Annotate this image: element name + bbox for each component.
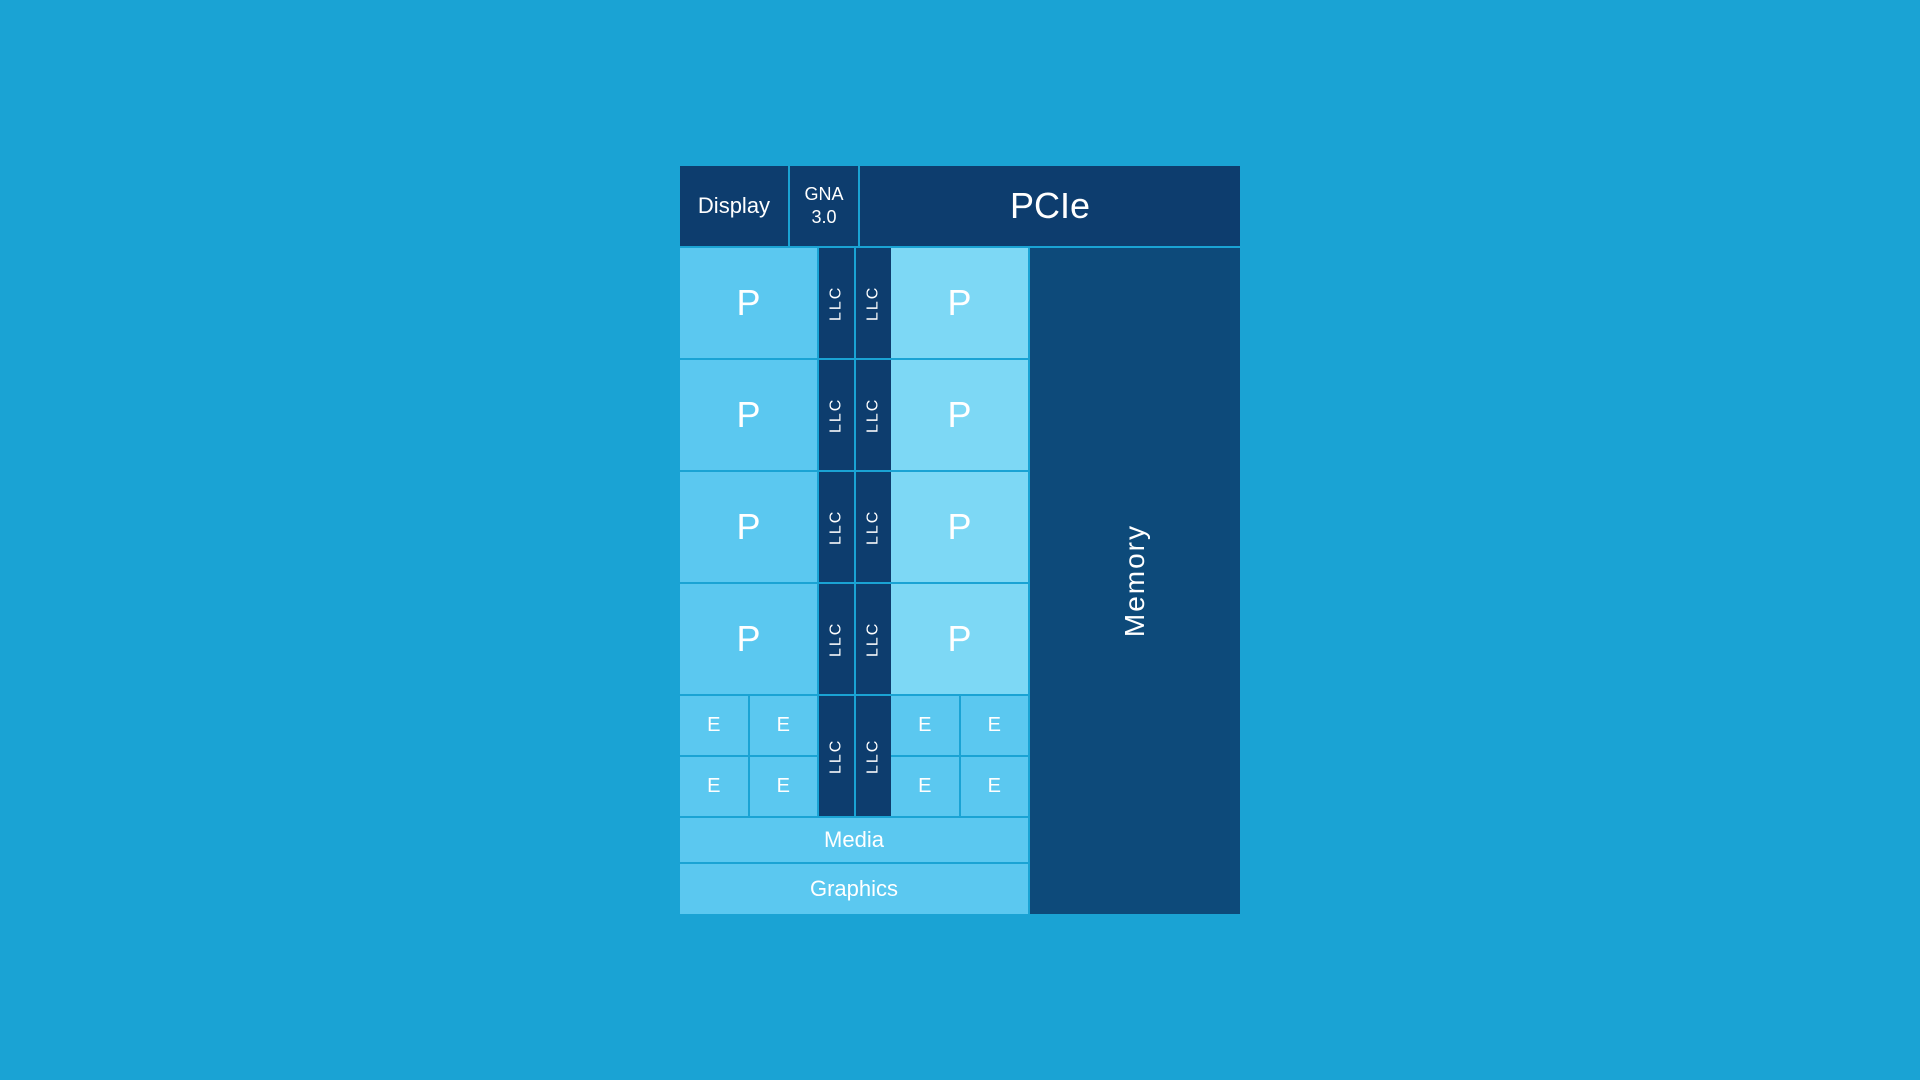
llc-text-6: LLC: [865, 509, 883, 544]
chip-diagram: Display GNA3.0 PCIe P LLC LLC: [680, 166, 1240, 914]
p-label-4: P: [736, 618, 760, 660]
graphics-label: Graphics: [810, 876, 898, 902]
e-label-6: E: [988, 714, 1001, 737]
e-label-3: E: [707, 775, 720, 798]
llc-text-4: LLC: [865, 397, 883, 432]
e-label-1: E: [707, 714, 720, 737]
p-core-row-1: P LLC LLC P: [680, 248, 1028, 358]
gna-label: GNA3.0: [804, 183, 843, 230]
e-core-bottom-left: E E: [680, 757, 817, 816]
memory-section: Memory: [1030, 248, 1240, 914]
llc-text-5: LLC: [828, 509, 846, 544]
p-label-3: P: [736, 506, 760, 548]
llc-text-8: LLC: [865, 621, 883, 656]
p-core-left-3: P: [680, 472, 817, 582]
e-cell-2: E: [750, 696, 818, 755]
llc-columns-2: LLC LLC: [819, 360, 889, 470]
e-label-8: E: [988, 775, 1001, 798]
e-core-top-left: E E: [680, 696, 817, 755]
p-label-1: P: [736, 282, 760, 324]
llc-left-2: LLC: [819, 360, 854, 470]
graphics-row: Graphics: [680, 864, 1028, 914]
e-label-7: E: [918, 775, 931, 798]
e-cell-5: E: [891, 696, 959, 755]
header-row: Display GNA3.0 PCIe: [680, 166, 1240, 246]
p-label-r1: P: [947, 282, 971, 324]
llc-columns-e: LLC LLC: [819, 696, 889, 816]
e-core-row: E E E E: [680, 696, 1028, 816]
llc-right-1: LLC: [856, 248, 891, 358]
pcie-header: PCIe: [860, 166, 1240, 246]
pcie-label: PCIe: [1010, 185, 1090, 227]
llc-columns-4: LLC LLC: [819, 584, 889, 694]
llc-text-2: LLC: [865, 285, 883, 320]
llc-text-7: LLC: [828, 621, 846, 656]
body-row: P LLC LLC P P: [680, 248, 1240, 914]
llc-right-3: LLC: [856, 472, 891, 582]
p-core-row-2: P LLC LLC P: [680, 360, 1028, 470]
media-label: Media: [824, 827, 884, 853]
e-label-2: E: [777, 714, 790, 737]
p-label-r3: P: [947, 506, 971, 548]
p-core-right-1: P: [891, 248, 1028, 358]
llc-e-text-1: LLC: [828, 738, 846, 773]
display-label: Display: [698, 193, 770, 219]
llc-right-2: LLC: [856, 360, 891, 470]
llc-e-text-2: LLC: [865, 738, 883, 773]
p-core-right-2: P: [891, 360, 1028, 470]
llc-right-4: LLC: [856, 584, 891, 694]
e-cell-3: E: [680, 757, 748, 816]
p-core-row-3: P LLC LLC P: [680, 472, 1028, 582]
llc-left-1: LLC: [819, 248, 854, 358]
p-core-left-1: P: [680, 248, 817, 358]
e-cell-6: E: [961, 696, 1029, 755]
e-core-group-right: E E E E: [891, 696, 1028, 816]
p-core-right-4: P: [891, 584, 1028, 694]
p-core-right-3: P: [891, 472, 1028, 582]
p-core-row-4: P LLC LLC P: [680, 584, 1028, 694]
display-header: Display: [680, 166, 788, 246]
e-cell-1: E: [680, 696, 748, 755]
media-row: Media: [680, 818, 1028, 862]
llc-e-left: LLC: [819, 696, 854, 816]
p-core-left-4: P: [680, 584, 817, 694]
e-label-4: E: [777, 775, 790, 798]
e-cell-4: E: [750, 757, 818, 816]
p-core-left-2: P: [680, 360, 817, 470]
llc-left-3: LLC: [819, 472, 854, 582]
e-label-5: E: [918, 714, 931, 737]
llc-left-4: LLC: [819, 584, 854, 694]
llc-columns-1: LLC LLC: [819, 248, 889, 358]
p-label-2: P: [736, 394, 760, 436]
e-cell-8: E: [961, 757, 1029, 816]
memory-text: Memory: [1119, 524, 1150, 637]
p-label-r2: P: [947, 394, 971, 436]
gna-header: GNA3.0: [790, 166, 858, 246]
e-core-top-right: E E: [891, 696, 1028, 755]
llc-text-3: LLC: [828, 397, 846, 432]
left-section: P LLC LLC P P: [680, 248, 1028, 914]
e-core-group-left: E E E E: [680, 696, 817, 816]
llc-columns-3: LLC LLC: [819, 472, 889, 582]
llc-e-right: LLC: [856, 696, 891, 816]
p-label-r4: P: [947, 618, 971, 660]
e-core-bottom-right: E E: [891, 757, 1028, 816]
e-cell-7: E: [891, 757, 959, 816]
memory-label: Memory: [1119, 524, 1151, 637]
llc-text-1: LLC: [828, 285, 846, 320]
